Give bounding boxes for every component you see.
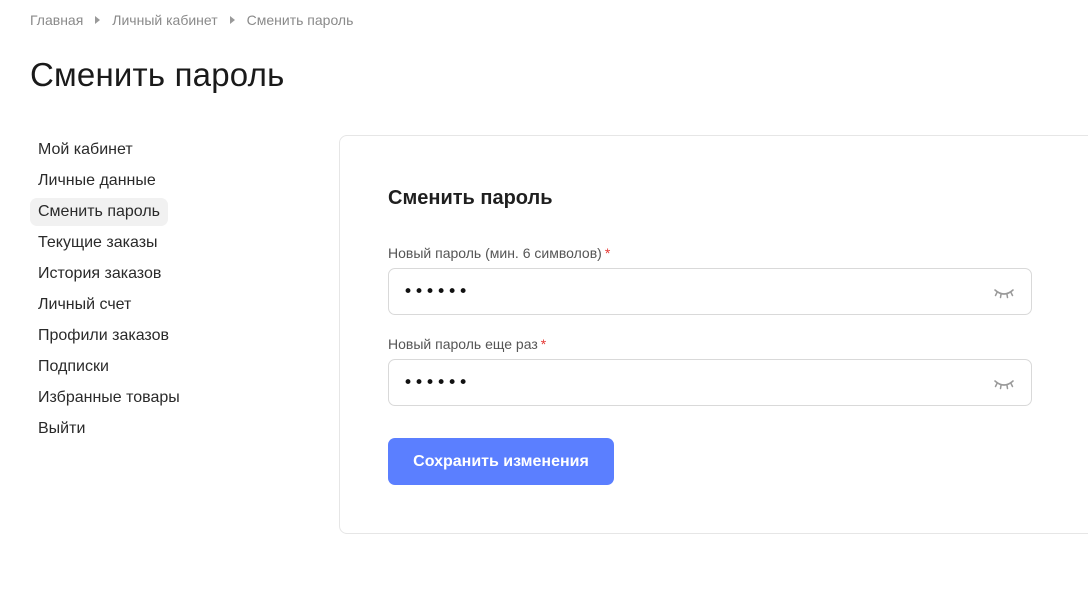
breadcrumb-separator-icon — [95, 16, 101, 24]
breadcrumb-item-current: Сменить пароль — [246, 12, 354, 28]
breadcrumb-separator-icon — [229, 16, 235, 24]
form-title: Сменить пароль — [388, 187, 553, 209]
new-password-label: Новый пароль (мин. 6 символов) * — [388, 245, 610, 261]
page-title: Сменить пароль — [30, 56, 285, 93]
repeat-password-field — [388, 359, 1032, 406]
eye-closed-icon[interactable] — [993, 286, 1015, 300]
sidebar-item-logout[interactable]: Выйти — [30, 415, 93, 443]
breadcrumb-item-home[interactable]: Главная — [30, 12, 83, 28]
sidebar-item-personal-data[interactable]: Личные данные — [30, 167, 164, 195]
new-password-label-text: Новый пароль (мин. 6 символов) — [388, 245, 602, 261]
required-mark: * — [604, 245, 611, 261]
repeat-password-label: Новый пароль еще раз * — [388, 336, 546, 352]
sidebar-item-subscriptions[interactable]: Подписки — [30, 353, 117, 381]
sidebar-item-personal-account[interactable]: Личный счет — [30, 291, 139, 319]
change-password-card: Сменить пароль Новый пароль (мин. 6 симв… — [339, 135, 1088, 534]
repeat-password-label-text: Новый пароль еще раз — [388, 336, 538, 352]
sidebar-menu: Мой кабинет Личные данные Сменить пароль… — [30, 136, 290, 446]
sidebar-item-order-history[interactable]: История заказов — [30, 260, 169, 288]
sidebar-item-favorites[interactable]: Избранные товары — [30, 384, 188, 412]
required-mark: * — [540, 336, 547, 352]
save-changes-button[interactable]: Сохранить изменения — [388, 438, 614, 485]
new-password-field — [388, 268, 1032, 315]
breadcrumb: Главная Личный кабинет Сменить пароль — [30, 12, 353, 28]
sidebar-item-order-profiles[interactable]: Профили заказов — [30, 322, 177, 350]
repeat-password-input[interactable] — [403, 360, 983, 405]
breadcrumb-item-account[interactable]: Личный кабинет — [112, 12, 217, 28]
sidebar-item-my-account[interactable]: Мой кабинет — [30, 136, 141, 164]
new-password-input[interactable] — [403, 269, 983, 314]
sidebar-item-current-orders[interactable]: Текущие заказы — [30, 229, 166, 257]
eye-closed-icon[interactable] — [993, 377, 1015, 391]
sidebar-item-change-password[interactable]: Сменить пароль — [30, 198, 169, 226]
